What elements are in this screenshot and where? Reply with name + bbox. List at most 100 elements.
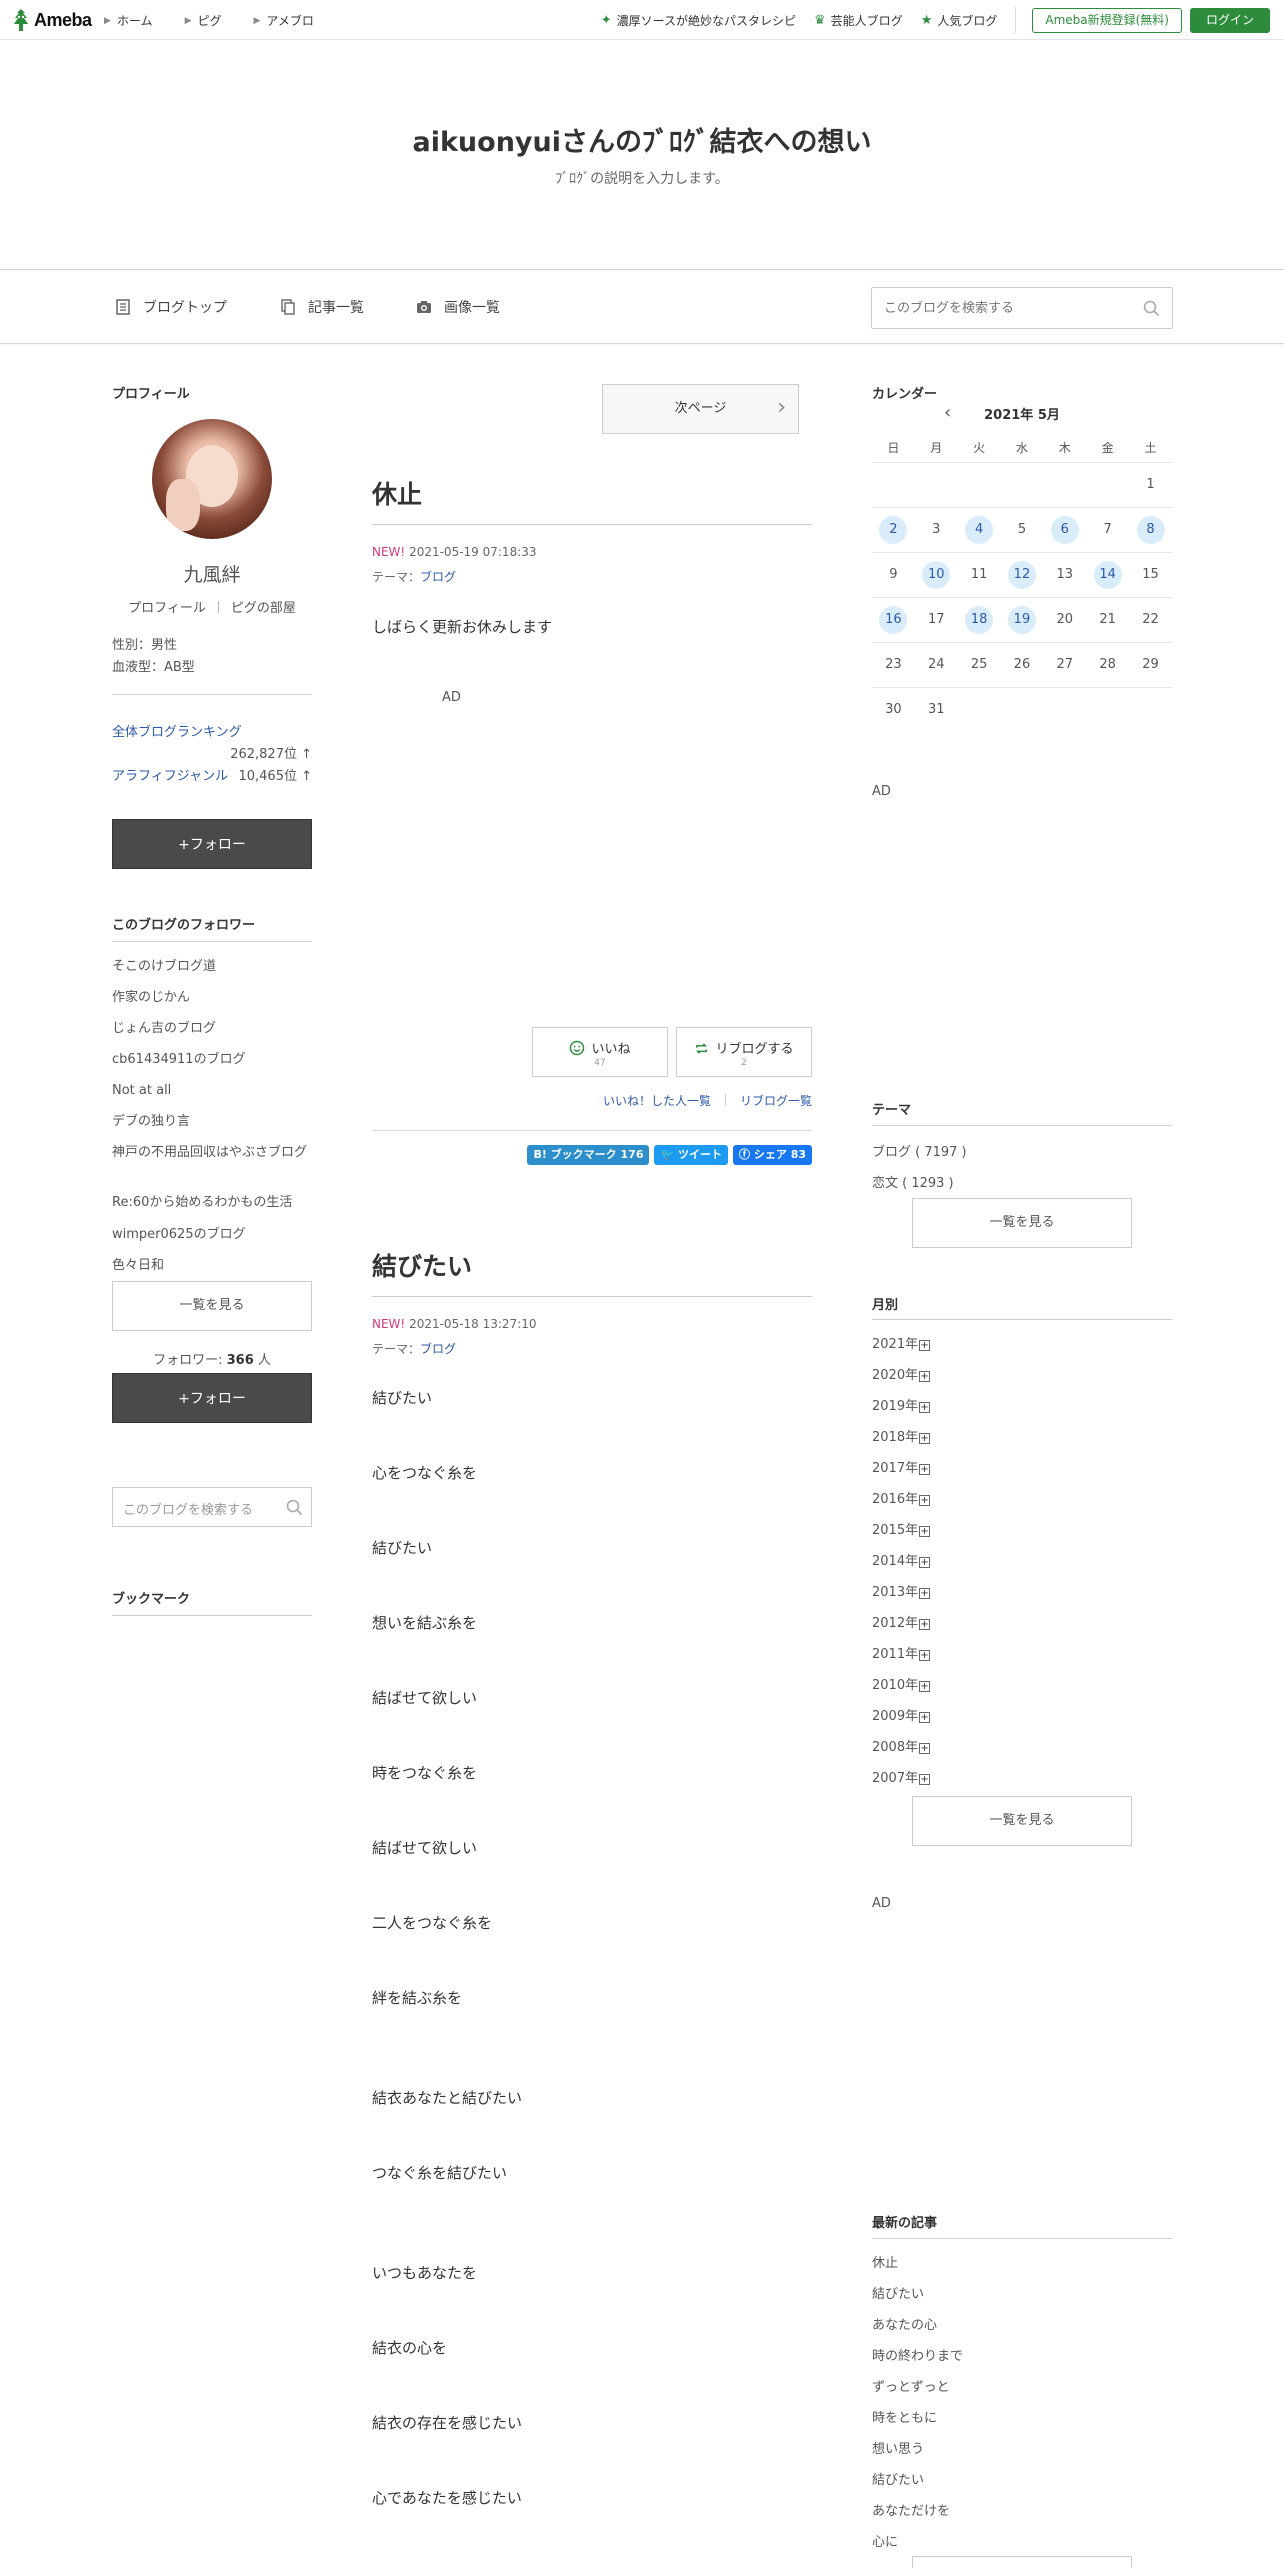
recent-article-item[interactable]: 時の終わりまで (872, 2345, 963, 2364)
calendar-day[interactable]: 2 (879, 515, 908, 544)
monthly-year-item[interactable]: 2017年 + (872, 1457, 931, 1476)
follow-button-2[interactable]: +フォロー (112, 1373, 312, 1423)
follower-item[interactable]: 色々日和 (112, 1257, 164, 1274)
theme-link[interactable]: ブログ (420, 1342, 456, 1356)
monthly-year-item[interactable]: 2020年 + (872, 1364, 931, 1383)
expand-plus-icon[interactable]: + (919, 1340, 931, 1351)
calendar-day[interactable]: 6 (1050, 515, 1079, 544)
reblog-button[interactable]: リブログする 2 (676, 1027, 812, 1077)
ranking-overall-link[interactable]: 全体ブログランキング (112, 725, 242, 740)
link-popular-blog[interactable]: ★ 人気ブログ (921, 12, 998, 29)
recent-article-item[interactable]: あなたの心 (872, 2314, 937, 2333)
calendar-day[interactable]: 14 (1093, 560, 1122, 589)
expand-plus-icon[interactable]: + (919, 1712, 931, 1723)
follower-item[interactable]: 作家のじかん (112, 989, 190, 1006)
theme-item[interactable]: ブログ ( 7197 ) (872, 1141, 967, 1160)
nav-article-list[interactable]: 記事一覧 (280, 297, 364, 317)
profile-link[interactable]: プロフィール (128, 601, 206, 616)
link-celebrity-blog[interactable]: ♛ 芸能人ブログ (814, 12, 903, 29)
expand-plus-icon[interactable]: + (919, 1774, 931, 1785)
calendar-day[interactable]: 18 (965, 605, 994, 634)
follower-item[interactable]: Re:60から始めるわかもの生活 (112, 1194, 292, 1211)
followers-see-all-button[interactable]: 一覧を見る (112, 1281, 312, 1331)
expand-plus-icon[interactable]: + (919, 1433, 931, 1444)
monthly-year-item[interactable]: 2014年 + (872, 1550, 931, 1569)
theme-link[interactable]: ブログ (420, 570, 456, 584)
monthly-year-item[interactable]: 2015年 + (872, 1519, 931, 1538)
tweet-button[interactable]: 🐦 ツイート (654, 1145, 729, 1165)
monthly-year-item[interactable]: 2007年 + (872, 1767, 931, 1786)
nav-pigg[interactable]: ▶ ピグ (185, 12, 222, 29)
link-pasta-recipe[interactable]: ✦ 濃厚ソースが絶妙なパスタレシピ (601, 12, 796, 29)
search-icon[interactable] (1143, 300, 1160, 317)
next-page-button[interactable]: 次ページ › (602, 384, 799, 434)
blog-search-input[interactable] (872, 288, 1122, 328)
expand-plus-icon[interactable]: + (919, 1402, 931, 1413)
avatar[interactable] (152, 419, 272, 539)
calendar-day[interactable]: 10 (922, 560, 951, 589)
follower-item[interactable]: デブの独り言 (112, 1113, 190, 1130)
follower-item[interactable]: wimper0625のブログ (112, 1226, 246, 1243)
expand-plus-icon[interactable]: + (919, 1495, 931, 1506)
search-icon[interactable] (286, 1499, 303, 1516)
expand-plus-icon[interactable]: + (919, 1588, 931, 1599)
pigg-room-link[interactable]: ピグの部屋 (231, 601, 296, 616)
recent-article-item[interactable]: 想い思う (872, 2438, 924, 2457)
follower-item[interactable]: cb61434911のブログ (112, 1051, 246, 1068)
themes-see-all-button[interactable]: 一覧を見る (912, 1198, 1132, 1248)
follower-item[interactable]: Not at all (112, 1082, 171, 1099)
ameba-logo[interactable]: Ameba (12, 8, 92, 32)
expand-plus-icon[interactable]: + (919, 1650, 931, 1661)
expand-plus-icon[interactable]: + (919, 1743, 931, 1754)
monthly-year-item[interactable]: 2013年 + (872, 1581, 931, 1600)
monthly-year-item[interactable]: 2016年 + (872, 1488, 931, 1507)
ranking-genre-link[interactable]: アラフィフジャンル (112, 769, 228, 784)
expand-plus-icon[interactable]: + (919, 1681, 931, 1692)
monthly-year-item[interactable]: 2011年 + (872, 1643, 931, 1662)
calendar-day[interactable]: 12 (1007, 560, 1036, 589)
monthly-year-item[interactable]: 2018年 + (872, 1426, 931, 1445)
facebook-share-button[interactable]: ⓕ シェア 83 (733, 1145, 812, 1165)
theme-item[interactable]: 恋文 ( 1293 ) (872, 1172, 954, 1191)
recent-see-all-button-partial[interactable] (912, 2556, 1132, 2568)
follower-item[interactable]: 神戸の不用品回収はやぶさブログ (112, 1144, 307, 1161)
recent-article-item[interactable]: 結びたい (872, 2283, 924, 2302)
entry-title[interactable]: 結びたい (372, 1247, 472, 1283)
reblog-list-link[interactable]: リブログ一覧 (740, 1094, 812, 1108)
hatena-bookmark-button[interactable]: B! ブックマーク 176 (527, 1145, 650, 1165)
recent-article-item[interactable]: 心に (872, 2531, 898, 2550)
nav-image-list[interactable]: 画像一覧 (416, 297, 500, 317)
expand-plus-icon[interactable]: + (919, 1526, 931, 1537)
recent-article-item[interactable]: 時をともに (872, 2407, 937, 2426)
monthly-year-item[interactable]: 2021年 + (872, 1333, 931, 1352)
nav-ameblo[interactable]: ▶ アメブロ (254, 12, 314, 29)
monthly-see-all-button[interactable]: 一覧を見る (912, 1796, 1132, 1846)
recent-article-item[interactable]: 休止 (872, 2252, 898, 2271)
follow-button[interactable]: +フォロー (112, 819, 312, 869)
monthly-year-item[interactable]: 2008年 + (872, 1736, 931, 1755)
nav-home[interactable]: ▶ ホーム (104, 12, 153, 29)
calendar-day[interactable]: 8 (1136, 515, 1165, 544)
liked-users-link[interactable]: いいね！した人一覧 (603, 1094, 711, 1108)
follower-item[interactable]: そこのけブログ道 (112, 958, 216, 975)
expand-plus-icon[interactable]: + (919, 1464, 931, 1475)
blog-title[interactable]: aikuonyuiさんのﾌﾞﾛｸﾞ結衣への想い (0, 120, 1284, 159)
left-search[interactable]: このブログを検索する (112, 1487, 312, 1527)
expand-plus-icon[interactable]: + (919, 1619, 931, 1630)
like-button[interactable]: いいね 47 (532, 1027, 668, 1077)
calendar-day[interactable]: 4 (965, 515, 994, 544)
entry-title[interactable]: 休止 (372, 475, 422, 511)
recent-article-item[interactable]: あなただけを (872, 2500, 950, 2519)
expand-plus-icon[interactable]: + (919, 1557, 931, 1568)
recent-article-item[interactable]: 結びたい (872, 2469, 924, 2488)
monthly-year-item[interactable]: 2009年 + (872, 1705, 931, 1724)
follower-item[interactable]: じょん吉のブログ (112, 1020, 216, 1037)
login-button[interactable]: ログイン (1189, 7, 1270, 33)
expand-plus-icon[interactable]: + (919, 1371, 931, 1382)
monthly-year-item[interactable]: 2012年 + (872, 1612, 931, 1631)
nav-blog-top[interactable]: ブログトップ (115, 297, 227, 317)
monthly-year-item[interactable]: 2010年 + (872, 1674, 931, 1693)
monthly-year-item[interactable]: 2019年 + (872, 1395, 931, 1414)
calendar-day[interactable]: 16 (879, 605, 908, 634)
register-button[interactable]: Ameba新規登録(無料) (1032, 7, 1182, 33)
